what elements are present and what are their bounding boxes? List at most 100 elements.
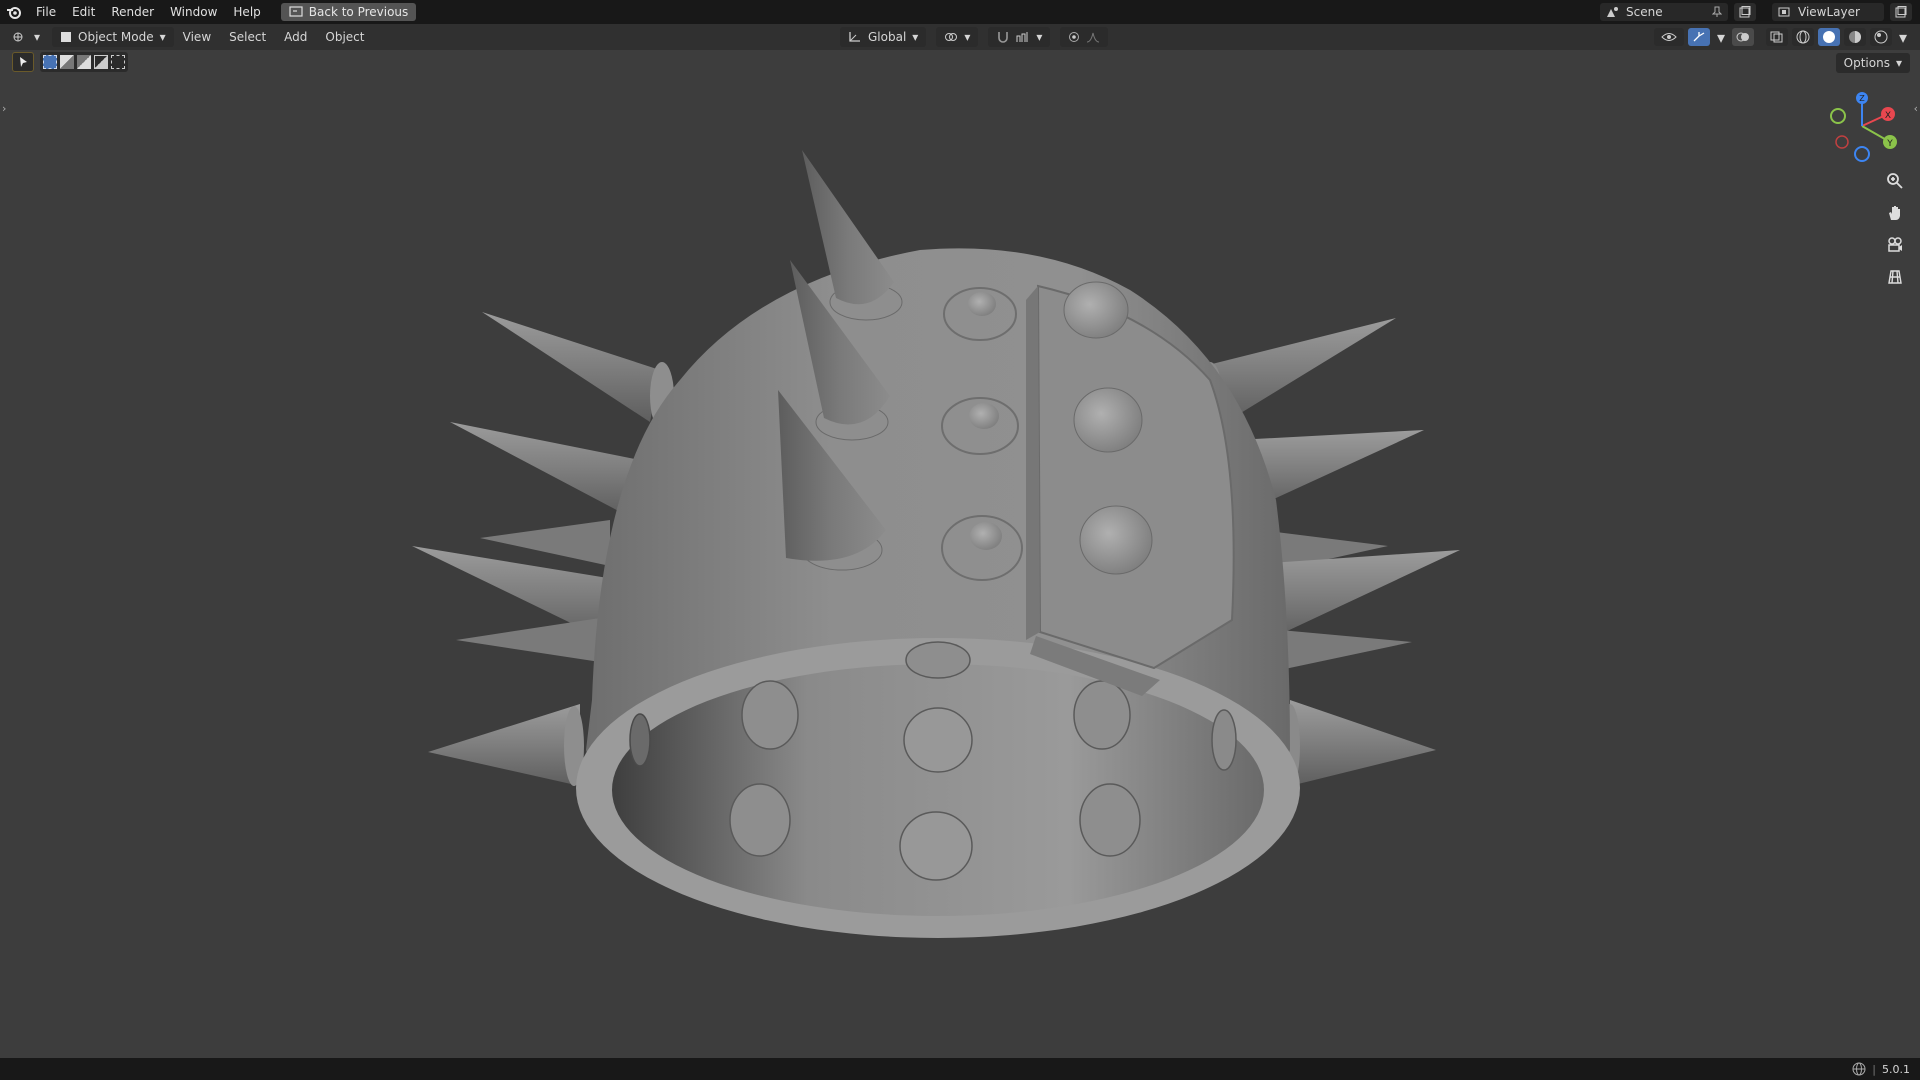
flap-stud-2 bbox=[1073, 387, 1143, 453]
overlays-icon bbox=[1736, 32, 1749, 42]
inner-stud-7 bbox=[905, 641, 971, 679]
orientation-label: Global bbox=[868, 30, 907, 44]
menu-add[interactable]: Add bbox=[275, 24, 316, 50]
inner-stud-2 bbox=[903, 707, 973, 773]
object-mode-icon bbox=[61, 32, 72, 42]
rendered-sphere-icon bbox=[1874, 30, 1888, 44]
gizmo-toggle[interactable] bbox=[1688, 28, 1710, 46]
buckle-flap bbox=[1036, 284, 1235, 670]
viewport-nav-buttons bbox=[1882, 168, 1908, 290]
pin-icon[interactable] bbox=[1712, 6, 1722, 18]
spike-left-2 bbox=[450, 422, 640, 516]
viewlayer-selector[interactable]: ViewLayer bbox=[1772, 3, 1884, 21]
scene-name: Scene bbox=[1626, 5, 1663, 19]
flap-stud-1 bbox=[1063, 281, 1129, 339]
solid-sphere-icon bbox=[1823, 31, 1835, 43]
inner-stud-5 bbox=[899, 811, 973, 881]
pivot-dropdown[interactable]: ▾ bbox=[936, 27, 979, 47]
menu-object[interactable]: Object bbox=[316, 24, 373, 50]
shading-solid[interactable] bbox=[1818, 28, 1840, 46]
status-separator: | bbox=[1872, 1062, 1876, 1076]
back-to-previous-button[interactable]: Back to Previous bbox=[280, 3, 417, 21]
new-scene-icon[interactable] bbox=[1734, 3, 1756, 21]
shading-material[interactable] bbox=[1844, 28, 1866, 46]
viewlayer-icon bbox=[1778, 7, 1790, 17]
pivot-icon bbox=[945, 33, 958, 41]
viewlayer-name: ViewLayer bbox=[1798, 5, 1860, 19]
inner-stud-9 bbox=[629, 713, 651, 767]
version-label: 5.0.1 bbox=[1882, 1062, 1910, 1076]
menu-window[interactable]: Window bbox=[162, 0, 225, 24]
mode-label: Object Mode bbox=[78, 30, 154, 44]
shading-rendered[interactable] bbox=[1870, 28, 1892, 46]
top-menu-bar: File Edit Render Window Help Back to Pre… bbox=[0, 0, 1920, 24]
gizmo-y-negative-dot[interactable] bbox=[1830, 108, 1846, 124]
chevron-down-icon: ▾ bbox=[1898, 27, 1908, 47]
shading-wireframe[interactable] bbox=[1792, 28, 1814, 46]
blender-logo-icon[interactable] bbox=[0, 0, 28, 24]
scene-icon bbox=[1607, 7, 1618, 17]
wireframe-sphere-icon bbox=[1796, 30, 1810, 44]
new-viewlayer-icon[interactable] bbox=[1890, 3, 1912, 21]
spike-left-6 bbox=[428, 704, 580, 786]
menu-edit[interactable]: Edit bbox=[64, 0, 103, 24]
snap-dropdown[interactable]: ▾ bbox=[988, 27, 1051, 47]
viewport-display-tools: ▾ ▾ bbox=[1654, 27, 1910, 47]
visibility-dropdown[interactable] bbox=[1654, 28, 1684, 46]
inner-stud-1 bbox=[741, 680, 799, 750]
eye-icon bbox=[1661, 33, 1677, 41]
strap-stud-3 bbox=[970, 522, 1002, 550]
falloff-curve-icon bbox=[1087, 32, 1100, 43]
mode-dropdown[interactable]: Object Mode ▾ bbox=[52, 27, 174, 47]
menu-help[interactable]: Help bbox=[225, 0, 268, 24]
editor-type-dropdown[interactable]: ▾ bbox=[4, 27, 48, 47]
scene-selector[interactable]: Scene bbox=[1600, 3, 1728, 21]
scene-selector-area: Scene ViewLayer bbox=[1600, 0, 1920, 24]
inner-stud-8 bbox=[1211, 709, 1237, 771]
chevron-down-icon: ▾ bbox=[1716, 27, 1726, 47]
gizmo-z-negative-dot[interactable] bbox=[1854, 146, 1870, 162]
inner-stud-3 bbox=[1073, 680, 1131, 750]
flap-stud-3 bbox=[1079, 505, 1153, 575]
transform-orientation-dropdown[interactable]: Global ▾ bbox=[840, 27, 927, 47]
gizmo-z-label: Z bbox=[1859, 94, 1865, 103]
menu-file[interactable]: File bbox=[28, 0, 64, 24]
chevron-down-icon: ▾ bbox=[964, 30, 971, 44]
menu-render[interactable]: Render bbox=[103, 0, 162, 24]
spike-left-3 bbox=[480, 520, 610, 566]
buckle-flap-edge bbox=[1026, 286, 1040, 640]
gizmo-x-negative-dot[interactable] bbox=[1835, 135, 1849, 149]
proportional-edit-dropdown[interactable] bbox=[1060, 27, 1109, 47]
spike-right-5 bbox=[1280, 630, 1412, 670]
strap-stud-2 bbox=[969, 403, 999, 429]
material-sphere-icon bbox=[1849, 31, 1861, 43]
zoom-icon[interactable] bbox=[1882, 168, 1908, 194]
camera-view-icon[interactable] bbox=[1882, 232, 1908, 258]
navigation-gizmo[interactable]: X Y Z bbox=[1828, 92, 1898, 162]
chevron-down-icon: ▾ bbox=[1036, 30, 1043, 44]
xray-icon bbox=[1770, 31, 1783, 43]
spiked-bracelet-model[interactable] bbox=[412, 150, 1460, 938]
shading-dropdown[interactable]: ▾ bbox=[1896, 27, 1910, 47]
spike-left-5 bbox=[456, 618, 600, 662]
proportional-edit-icon bbox=[1069, 32, 1080, 42]
status-bar: | 5.0.1 bbox=[0, 1058, 1920, 1080]
gizmo-dropdown[interactable]: ▾ bbox=[1714, 27, 1728, 47]
spike-left-1 bbox=[482, 312, 660, 422]
chevron-down-icon: ▾ bbox=[912, 30, 919, 44]
gizmo-y-label: Y bbox=[1886, 139, 1893, 149]
snap-increment-icon bbox=[1016, 32, 1028, 42]
overlays-toggle[interactable] bbox=[1732, 28, 1754, 46]
grid-perspective-icon[interactable] bbox=[1882, 264, 1908, 290]
chevron-down-icon: ▾ bbox=[159, 30, 166, 44]
xray-toggle[interactable] bbox=[1766, 28, 1788, 46]
menu-view[interactable]: View bbox=[174, 24, 220, 50]
inner-stud-4 bbox=[729, 783, 791, 857]
chevron-down-icon: ▾ bbox=[34, 30, 41, 44]
back-button-label: Back to Previous bbox=[308, 5, 409, 19]
3d-viewport[interactable] bbox=[0, 50, 1920, 1058]
magnet-icon bbox=[998, 32, 1009, 43]
gizmo-x-label: X bbox=[1885, 111, 1891, 121]
menu-select[interactable]: Select bbox=[220, 24, 275, 50]
pan-hand-icon[interactable] bbox=[1882, 200, 1908, 226]
